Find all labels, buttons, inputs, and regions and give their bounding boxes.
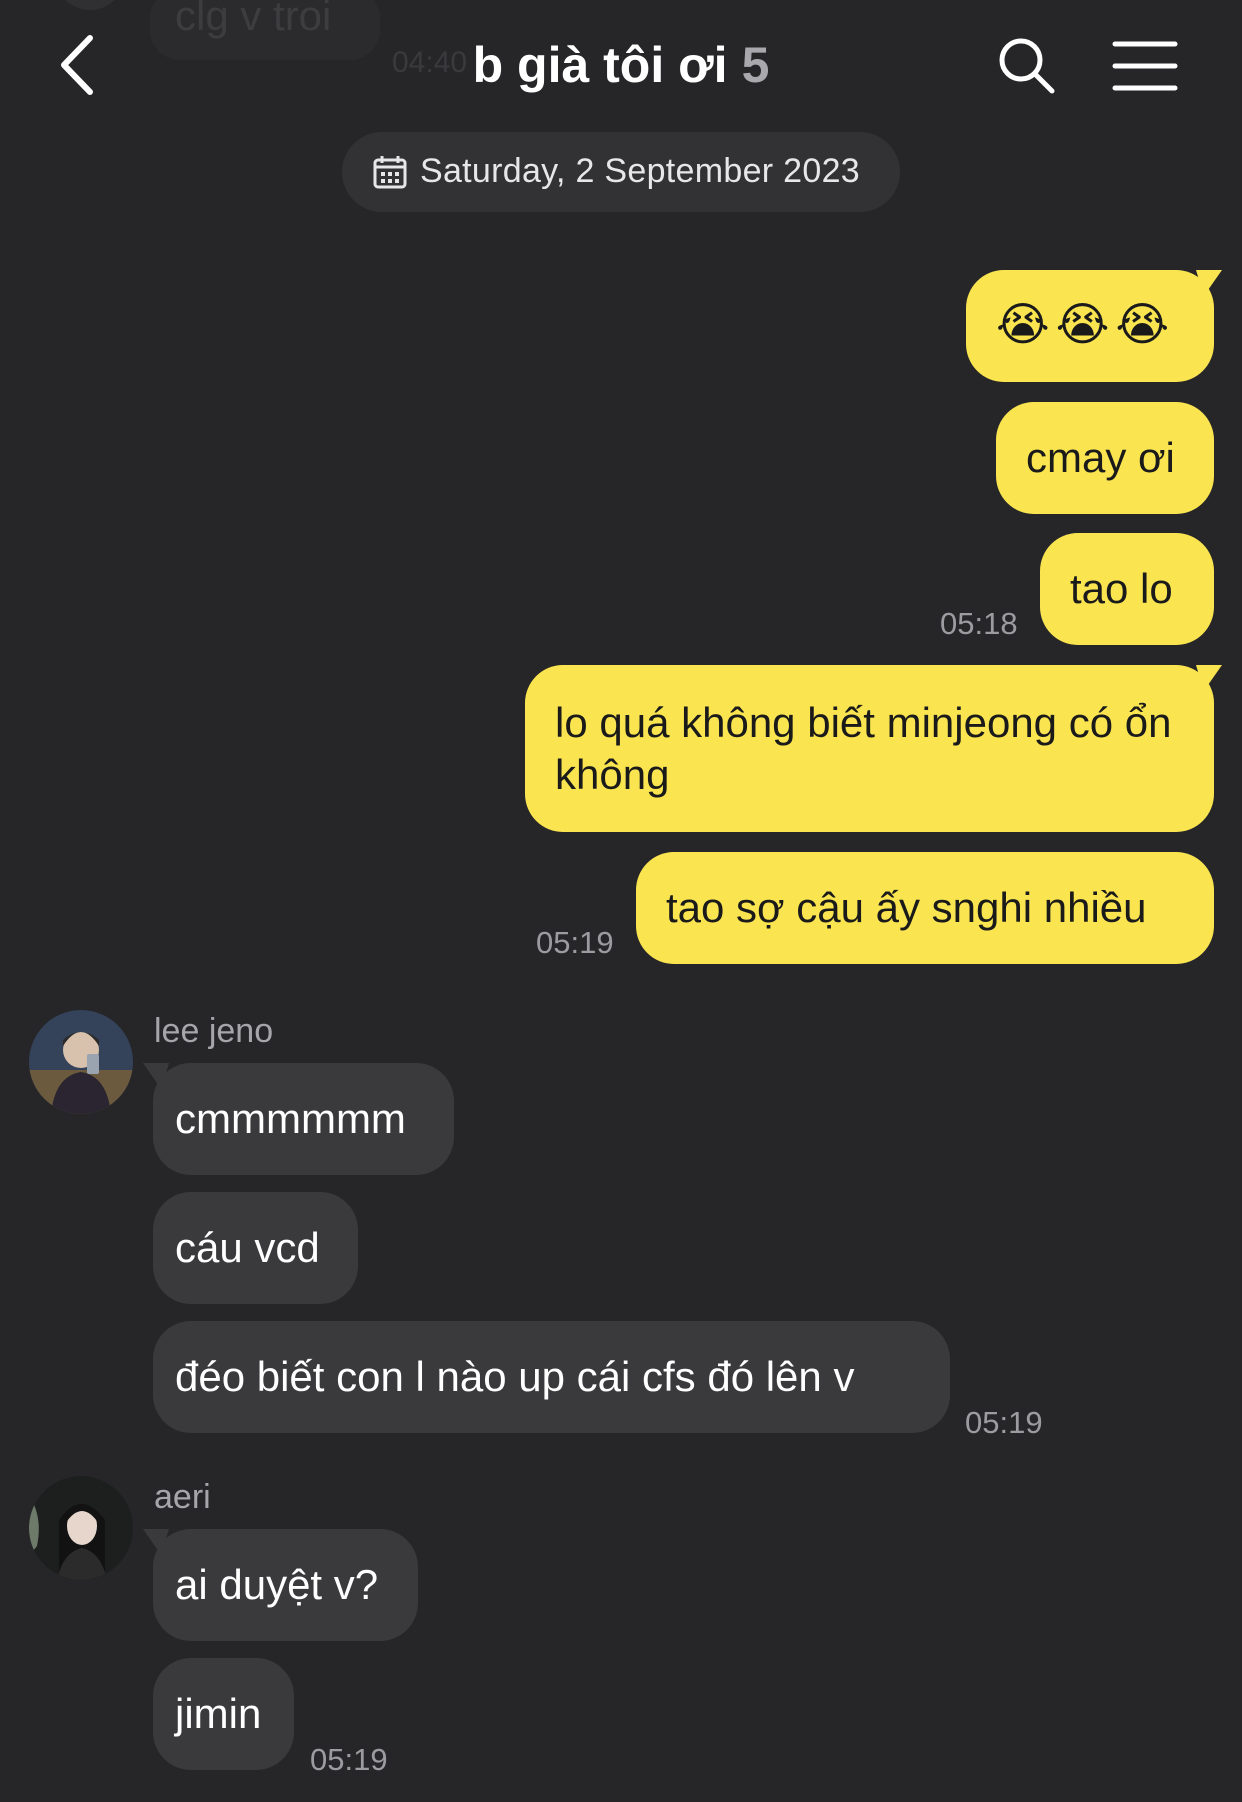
person-photo-icon [29, 1476, 133, 1580]
bubble-tail [1196, 270, 1222, 296]
message-time: 05:19 [965, 1405, 1043, 1440]
message-bubble-received[interactable]: ai duyệt v? [143, 1529, 418, 1641]
date-separator: Saturday, 2 September 2023 [342, 132, 900, 212]
menu-button[interactable] [1112, 38, 1178, 94]
message-bubble-sent[interactable]: tao lo [1040, 533, 1214, 645]
message-bubble-received[interactable]: đéo biết con l nào up cái cfs đó lên v [153, 1321, 950, 1433]
calendar-icon [373, 156, 407, 189]
sender-name: lee jeno [154, 1012, 274, 1050]
avatar-aeri[interactable] [29, 1476, 133, 1580]
message-text: 😭😭😭 [996, 298, 1176, 350]
message-text: tao lo [1070, 565, 1173, 612]
message-bubble-sent[interactable]: 😭😭😭 [966, 270, 1222, 382]
message-bubble-received[interactable]: jimin [153, 1658, 294, 1770]
message-text: cmay ơi [1026, 434, 1175, 481]
message-text: lo quá không biết minjeong có ổn không [555, 699, 1172, 798]
avatar-lee-jeno[interactable] [29, 1010, 133, 1114]
date-label: Saturday, 2 September 2023 [420, 152, 861, 190]
chat-header: b già tôi ơi 5 [0, 0, 1242, 130]
search-button[interactable] [995, 34, 1057, 96]
sender-name: aeri [154, 1478, 211, 1516]
message-text: ai duyệt v? [175, 1561, 379, 1608]
message-text: đéo biết con l nào up cái cfs đó lên v [175, 1353, 855, 1400]
bubble-tail [143, 1063, 169, 1089]
person-photo-icon [29, 1010, 133, 1114]
bubble-tail [143, 1529, 169, 1555]
message-bubble-sent[interactable]: tao sợ cậu ấy snghi nhiều [636, 852, 1214, 964]
message-text: cmmmmmm [175, 1095, 406, 1142]
message-bubble-received[interactable]: cmmmmmm [143, 1063, 454, 1175]
bubble-tail [1196, 665, 1222, 691]
message-text: tao sợ cậu ấy snghi nhiều [666, 884, 1147, 931]
member-count: 5 [741, 37, 770, 93]
message-text: cáu vcd [175, 1224, 320, 1271]
search-icon [999, 38, 1055, 94]
message-time: 05:19 [310, 1742, 388, 1777]
chat-name: b già tôi ơi [472, 37, 728, 93]
message-bubble-sent[interactable]: cmay ơi [996, 402, 1214, 514]
message-time: 05:19 [536, 925, 614, 960]
message-bubble-received[interactable]: cáu vcd [153, 1192, 358, 1304]
message-text: jimin [175, 1690, 262, 1737]
hamburger-menu-icon [1112, 41, 1178, 91]
message-time: 05:18 [940, 606, 1018, 641]
message-bubble-sent[interactable]: lo quá không biết minjeong có ổn không [525, 665, 1222, 832]
